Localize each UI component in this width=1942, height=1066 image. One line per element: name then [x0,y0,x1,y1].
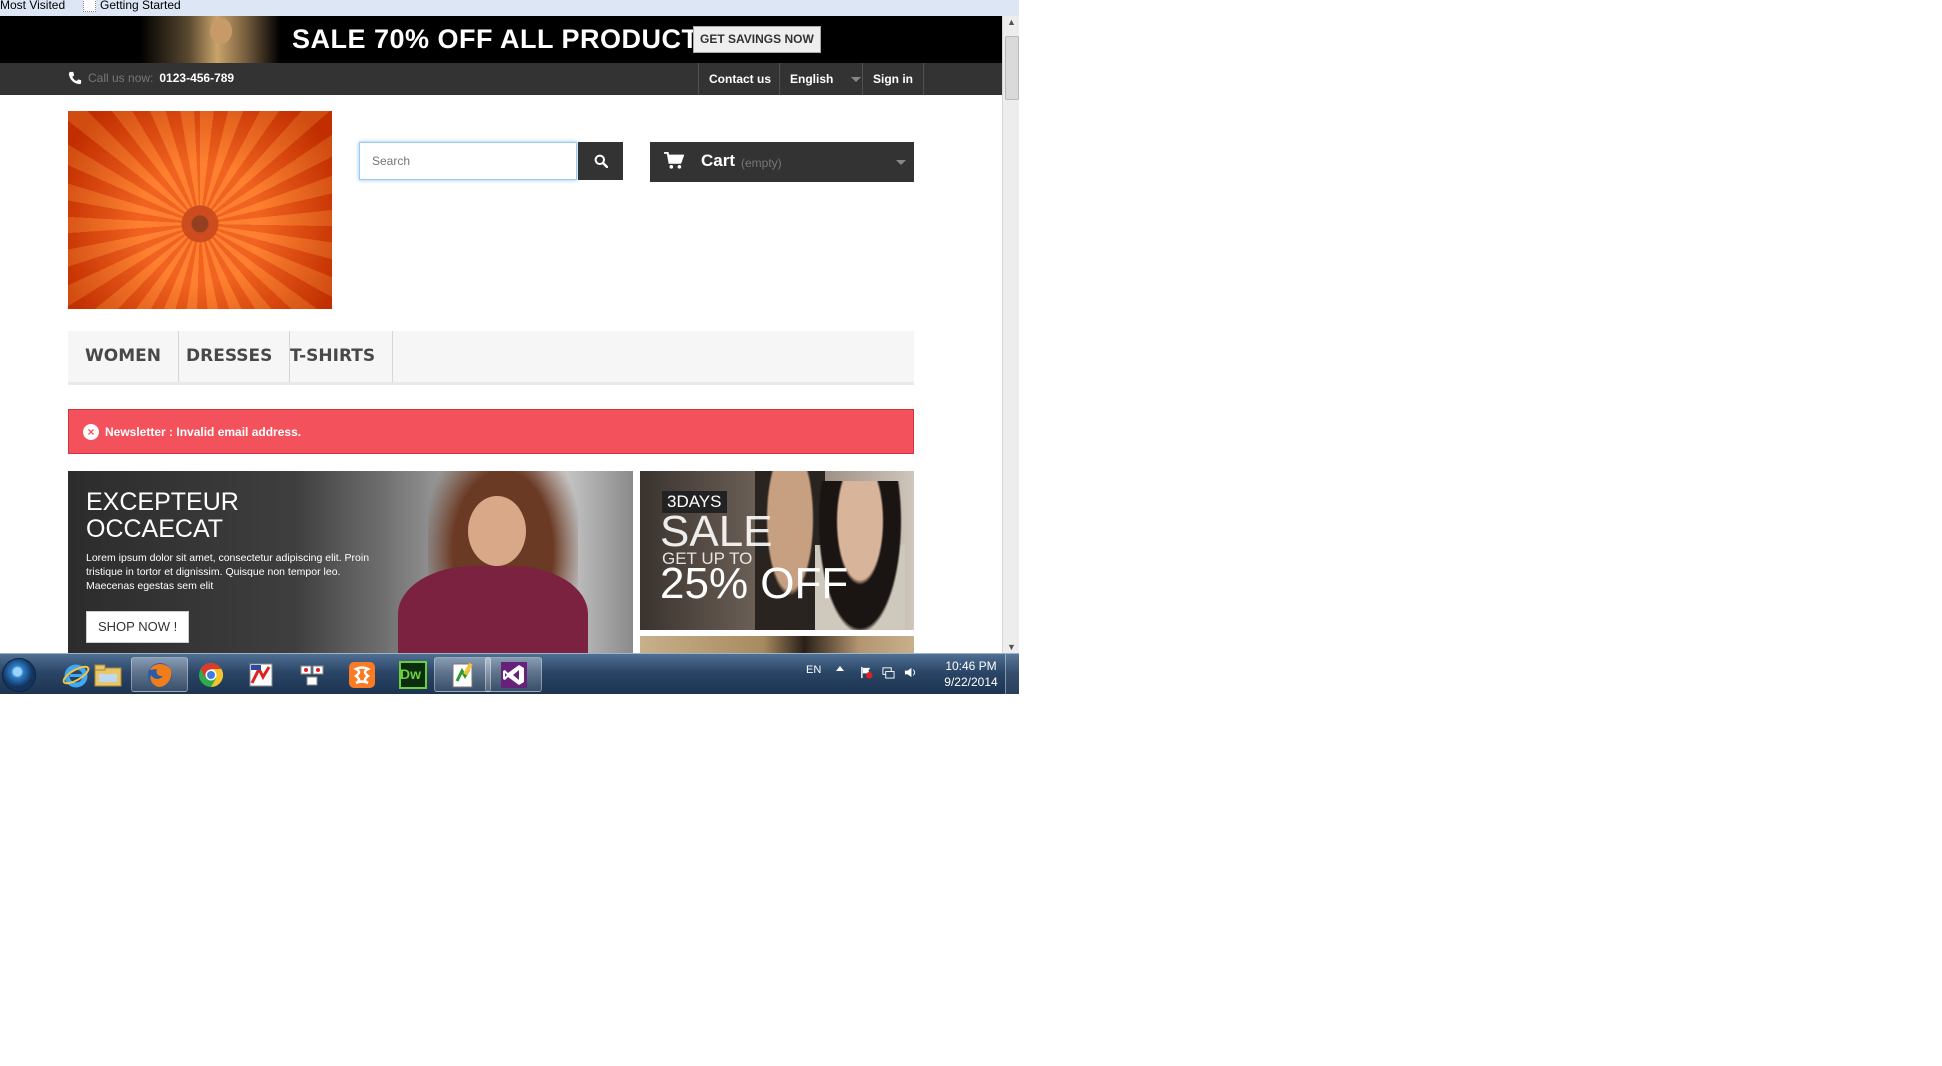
dreamweaver-label: Dw [400,666,421,682]
header-nav-bar: Call us now: 0123-456-789 Contact us Eng… [0,63,1002,95]
slide-model-face [468,496,526,566]
get-savings-button[interactable]: GET SAVINGS NOW [693,26,821,53]
page-viewport: SALE 70% OFF ALL PRODUCTS GET SAVINGS NO… [0,16,1002,653]
bookmark-label: Most Visited [0,0,66,12]
xampp-icon [348,661,375,688]
bookmark-most-visited[interactable]: Most Visited [0,0,65,12]
chevron-down-icon [850,77,861,83]
promo-model-image [140,16,280,63]
show-desktop-button[interactable] [1005,654,1019,694]
clock-date: 9/22/2014 [944,675,998,689]
search-button[interactable] [578,142,623,180]
cart-icon [664,152,684,169]
promo-text: SALE 70% OFF ALL PRODUCTS [292,24,718,54]
search-icon [594,154,608,168]
sign-in-link[interactable]: Sign in [862,63,924,95]
action-center-icon[interactable] [860,666,873,679]
language-indicator[interactable]: EN [806,664,821,676]
start-button[interactable] [2,658,36,692]
cart-status: (empty) [741,156,782,170]
bookmark-label: Getting Started [100,0,181,12]
bookmark-page-icon [83,0,96,12]
language-selector[interactable]: English [779,63,871,95]
firefox-icon [147,662,172,687]
menu-item-women[interactable]: WOMEN [68,331,179,382]
language-label: English [790,72,834,86]
slide-title-line2: OCCAECAT [86,515,224,543]
desktop-screen: Most Visited Getting Started SALE 70% OF… [0,0,1019,694]
chrome-icon [198,662,223,687]
scrollbar-thumb[interactable] [1005,36,1019,100]
clock[interactable]: 10:46 PM 9/22/2014 [936,658,1006,690]
vertical-scrollbar[interactable]: ▲ ▼ [1002,16,1019,653]
contact-us-link[interactable]: Contact us [698,63,781,95]
taskbar-dreamweaver[interactable]: Dw [384,657,441,692]
windows-taskbar: Dw EN 10:46 PM 9/22/2014 [0,653,1019,694]
menu-item-tshirts[interactable]: T-SHIRTS [273,331,394,382]
error-icon: × [83,424,99,440]
taskbar-app-red[interactable] [232,657,289,692]
volume-icon[interactable] [904,666,917,679]
alert-message: Newsletter : Invalid email address. [105,425,302,439]
taskbar-xampp[interactable] [333,657,390,692]
promo-banner[interactable]: SALE 70% OFF ALL PRODUCTS GET SAVINGS NO… [0,16,1002,63]
shop-now-button[interactable]: SHOP NOW ! [86,611,190,643]
taskbar-firefox[interactable] [131,657,188,692]
main-menu: WOMEN DRESSES T-SHIRTS [68,331,914,385]
bookmarks-toolbar: Most Visited Getting Started [0,0,1019,17]
taskbar-visual-studio[interactable] [485,657,542,692]
taskbar-notepad-plus[interactable] [434,657,491,692]
network-icon[interactable] [882,666,895,679]
search-input[interactable] [359,142,577,180]
taskbar-chrome[interactable] [182,657,239,692]
banner-discount: 25% OFF [660,559,849,608]
app-red-icon [249,663,272,686]
scroll-down-icon[interactable]: ▼ [1007,642,1016,652]
cart-button[interactable]: Cart (empty) [650,142,914,182]
taskbar-app-network[interactable] [283,657,340,692]
slide-title-line1: EXCEPTEUR [86,488,239,516]
cart-label: Cart [701,151,736,170]
sale-banner[interactable]: 3DAYS SALE GET UP TO 25% OFF [640,471,914,630]
store-logo[interactable] [68,111,332,309]
slide-description: Lorem ipsum dolor sit amet, consectetur … [86,552,370,592]
visual-studio-icon [500,661,527,688]
taskbar-explorer[interactable] [79,657,136,692]
show-hidden-icons-icon[interactable] [836,666,844,671]
notepad-plus-icon [452,662,473,687]
homepage-slider[interactable]: EXCEPTEUR OCCAECAT Lorem ipsum dolor sit… [68,471,633,653]
error-alert: × Newsletter : Invalid email address. [68,409,914,454]
bookmark-getting-started[interactable]: Getting Started [83,0,181,12]
phone-info: Call us now: 0123-456-789 [68,71,234,85]
chevron-down-icon [896,160,906,165]
file-explorer-icon [94,664,121,686]
slide-model-dress [398,566,588,653]
phone-number: 0123-456-789 [159,71,235,85]
clock-time: 10:46 PM [945,659,997,673]
second-banner[interactable] [640,636,914,653]
slide-title: EXCEPTEUR OCCAECAT [86,489,239,543]
app-network-icon [300,665,323,685]
scroll-up-icon[interactable]: ▲ [1007,17,1016,27]
search-box [359,142,623,182]
call-label: Call us now: [88,71,154,85]
phone-icon [68,71,82,85]
